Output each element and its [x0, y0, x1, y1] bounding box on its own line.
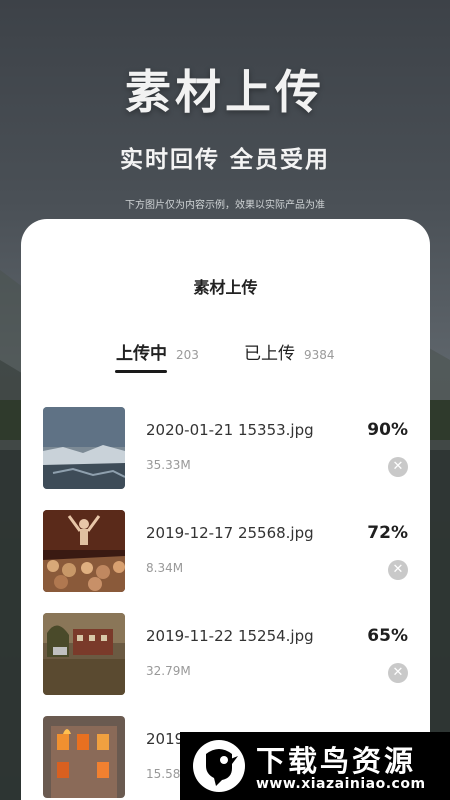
tab-uploaded-label: 已上传: [244, 344, 295, 364]
tab-uploading[interactable]: 上传中 203: [116, 339, 199, 364]
upload-progress: 90%: [367, 420, 408, 440]
watermark-name: 下载鸟资源: [256, 744, 417, 778]
upload-progress: 65%: [367, 626, 408, 646]
watermark-url: www.xiazainiao.com: [256, 776, 426, 792]
concert-icon: [43, 510, 125, 592]
active-tab-indicator: [115, 370, 167, 373]
file-size: 8.34M: [146, 561, 184, 575]
screen-title: 素材上传: [193, 278, 258, 297]
file-name: 2020-01-21 15353.jpg: [146, 421, 314, 439]
remove-upload-button[interactable]: ✕: [388, 457, 408, 477]
file-size: 35.33M: [146, 458, 191, 472]
tab-uploaded-count: 9384: [304, 348, 335, 362]
hero-disclaimer: 下方图片仅为内容示例，效果以实际产品为准: [125, 200, 325, 211]
phone-screen: 素材上传 上传中 203 已上传 9384 2020-01-21 15353.j…: [21, 219, 430, 800]
file-row[interactable]: 2020-01-21 15353.jpg 35.33M 90% ✕: [21, 407, 430, 489]
file-size: 15.58: [146, 767, 181, 781]
file-row[interactable]: 2019-12-17 25568.jpg 8.34M 72% ✕: [21, 510, 430, 592]
hero-title: 素材上传: [125, 65, 325, 119]
tab-uploading-label: 上传中: [116, 344, 167, 364]
file-size: 32.79M: [146, 664, 191, 678]
file-name: 2019-12-17 25568.jpg: [146, 524, 314, 542]
upload-progress: 72%: [367, 523, 408, 543]
hero-subtitle: 实时回传 全员受用: [119, 147, 330, 173]
landscape-icon: [43, 407, 125, 489]
bird-logo-icon: [193, 740, 245, 792]
watermark-banner: 下载鸟资源 www.xiazainiao.com: [180, 732, 450, 800]
file-name: 2019-11-22 15254.jpg: [146, 627, 314, 645]
remove-upload-button[interactable]: ✕: [388, 560, 408, 580]
fire-house-icon: [43, 716, 125, 798]
remove-upload-button[interactable]: ✕: [388, 663, 408, 683]
file-name: 2019: [146, 730, 185, 748]
file-row[interactable]: 2019-11-22 15254.jpg 32.79M 65% ✕: [21, 613, 430, 695]
tab-uploaded[interactable]: 已上传 9384: [244, 339, 335, 364]
house-icon: [43, 613, 125, 695]
tab-uploading-count: 203: [176, 348, 199, 362]
